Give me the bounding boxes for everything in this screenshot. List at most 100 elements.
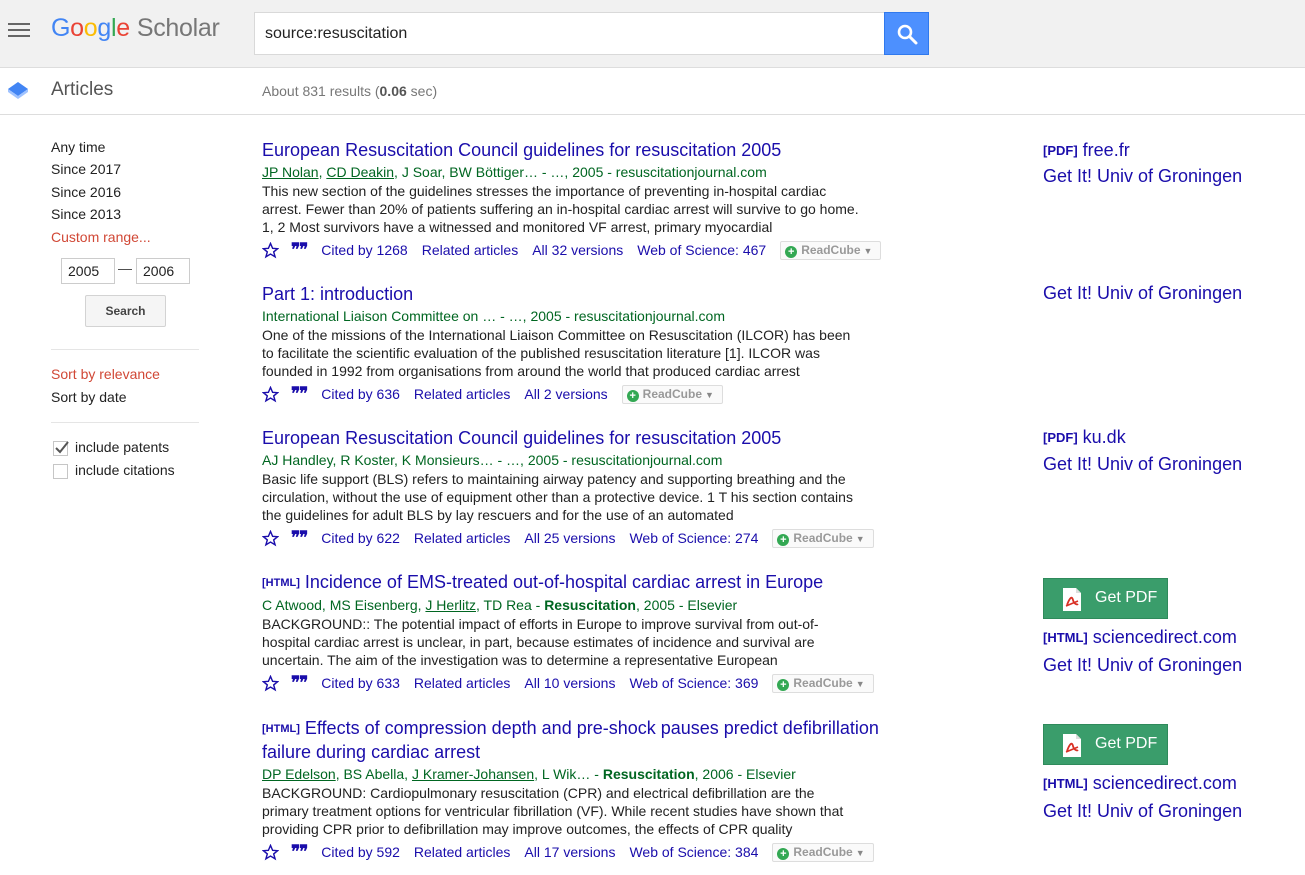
year-to-input[interactable] [136, 258, 190, 284]
get-it-link[interactable]: Get It! Univ of Groningen [1043, 166, 1242, 187]
versions-link[interactable]: All 2 versions [524, 384, 607, 404]
plus-icon: + [777, 847, 790, 860]
get-pdf-button[interactable]: Get PDF [1043, 724, 1168, 765]
versions-link[interactable]: All 10 versions [524, 673, 615, 693]
cited-by-link[interactable]: Cited by 622 [321, 528, 400, 548]
pdf-icon [1063, 734, 1081, 757]
readcube-button[interactable]: + ReadCube ▼ [772, 673, 874, 693]
versions-link[interactable]: All 25 versions [524, 528, 615, 548]
get-it-link[interactable]: Get It! Univ of Groningen [1043, 283, 1242, 304]
star-icon[interactable] [262, 241, 279, 259]
menu-icon[interactable] [8, 23, 30, 39]
readcube-button[interactable]: + ReadCube ▼ [772, 842, 874, 862]
include-patents-checkbox[interactable] [53, 441, 69, 456]
meta-text: C Atwood, MS Eisenberg, [262, 597, 426, 613]
section-label[interactable]: Articles [51, 79, 113, 101]
related-articles-link[interactable]: Related articles [422, 240, 519, 260]
sort-by-relevance[interactable]: Sort by relevance [51, 366, 160, 382]
fulltext-link[interactable]: [PDF] free.fr [1043, 140, 1130, 161]
quote-icon[interactable]: ❞❞ [291, 240, 308, 260]
related-articles-link[interactable]: Related articles [414, 384, 511, 404]
include-citations-label[interactable]: include citations [75, 462, 175, 478]
result-title[interactable]: European Resuscitation Council guideline… [262, 427, 932, 450]
quote-icon[interactable]: ❞❞ [291, 384, 308, 404]
result-title-text: Incidence of EMS-treated out-of-hospital… [304, 572, 824, 592]
get-pdf-button[interactable]: Get PDF [1043, 578, 1168, 619]
get-it-link[interactable]: Get It! Univ of Groningen [1043, 655, 1242, 676]
search-input[interactable] [254, 12, 885, 55]
filter-since-2017[interactable]: Since 2017 [51, 161, 121, 177]
related-articles-link[interactable]: Related articles [414, 673, 511, 693]
cited-by-link[interactable]: Cited by 1268 [321, 240, 407, 260]
related-articles-link[interactable]: Related articles [414, 528, 511, 548]
result-title[interactable]: [HTML] Effects of compression depth and p… [262, 717, 932, 764]
author-link[interactable]: CD Deakin [326, 164, 394, 180]
plus-icon: + [785, 245, 798, 258]
web-of-science-link[interactable]: Web of Science: 467 [637, 240, 766, 260]
readcube-label: ReadCube [801, 242, 861, 257]
cited-by-link[interactable]: Cited by 633 [321, 673, 400, 693]
quote-icon[interactable]: ❞❞ [291, 842, 308, 862]
result-title[interactable]: European Resuscitation Council guideline… [262, 139, 932, 162]
cited-by-link[interactable]: Cited by 636 [321, 384, 400, 404]
meta-text: , 2005 - Elsevier [636, 597, 738, 613]
google-scholar-logo[interactable]: Google Scholar [51, 14, 220, 43]
filter-any-time[interactable]: Any time [51, 139, 105, 155]
fulltext-link[interactable]: [HTML] sciencedirect.com [1043, 773, 1237, 794]
star-icon[interactable] [262, 843, 279, 861]
include-patents-label[interactable]: include patents [75, 439, 169, 455]
versions-link[interactable]: All 17 versions [524, 842, 615, 862]
get-it-link[interactable]: Get It! Univ of Groningen [1043, 801, 1242, 822]
web-of-science-link[interactable]: Web of Science: 274 [629, 528, 758, 548]
sub-header [0, 68, 1305, 115]
result-title[interactable]: Part 1: introduction [262, 283, 932, 306]
readcube-button[interactable]: + ReadCube ▼ [780, 240, 882, 260]
quote-icon[interactable]: ❞❞ [291, 528, 308, 548]
star-icon[interactable] [262, 529, 279, 547]
fulltext-link[interactable]: [PDF] ku.dk [1043, 427, 1126, 448]
sort-by-date[interactable]: Sort by date [51, 389, 127, 405]
pdf-tag: [PDF] [1043, 143, 1078, 158]
search-button[interactable] [884, 12, 929, 55]
versions-link[interactable]: All 32 versions [532, 240, 623, 260]
readcube-label: ReadCube [642, 386, 703, 401]
quote-icon[interactable]: ❞❞ [291, 673, 308, 693]
result-actions: ❞❞ Cited by 636 Related articles All 2 vers… [262, 383, 932, 405]
readcube-button[interactable]: + ReadCube ▼ [772, 528, 874, 548]
year-from-input[interactable] [61, 258, 115, 284]
caret-icon: ▼ [855, 847, 865, 858]
include-citations-checkbox[interactable] [53, 464, 68, 479]
logo-letter: G [51, 14, 71, 42]
filter-since-2013[interactable]: Since 2013 [51, 206, 121, 222]
filter-since-2016[interactable]: Since 2016 [51, 184, 121, 200]
result-snippet: BACKGROUND: Cardiopulmonary resuscitatio… [262, 785, 844, 837]
result-title[interactable]: [HTML] Incidence of EMS-treated out-of-ho… [262, 571, 932, 595]
star-icon[interactable] [262, 674, 279, 692]
related-articles-link[interactable]: Related articles [414, 842, 511, 862]
fulltext-source: ku.dk [1082, 427, 1126, 447]
filter-custom-range[interactable]: Custom range... [51, 229, 151, 245]
author-link[interactable]: JP Nolan [262, 164, 319, 180]
pdf-tag: [PDF] [1043, 430, 1078, 445]
author-link[interactable]: J Kramer-Johansen [412, 766, 534, 782]
author-link[interactable]: DP Edelson [262, 766, 336, 782]
range-search-button[interactable]: Search [85, 295, 166, 327]
readcube-button[interactable]: + ReadCube ▼ [621, 384, 723, 404]
cited-by-link[interactable]: Cited by 592 [321, 842, 400, 862]
top-header: Google Scholar [0, 0, 1305, 68]
fulltext-source: free.fr [1082, 140, 1130, 160]
web-of-science-link[interactable]: Web of Science: 369 [629, 673, 758, 693]
logo-scholar-text: Scholar [136, 14, 220, 42]
fulltext-link[interactable]: [HTML] sciencedirect.com [1043, 627, 1237, 648]
result-item: Part 1: introduction International Liais… [262, 283, 932, 405]
star-icon[interactable] [262, 385, 279, 403]
readcube-label: ReadCube [793, 530, 853, 545]
web-of-science-link[interactable]: Web of Science: 384 [629, 842, 758, 862]
html-tag: [HTML] [1043, 630, 1088, 645]
author-link[interactable]: J Herlitz [425, 597, 476, 613]
meta-text: , BS Abella, [335, 766, 412, 782]
result-meta: International Liaison Committee on … - …… [262, 308, 725, 324]
get-it-link[interactable]: Get It! Univ of Groningen [1043, 454, 1242, 475]
readcube-label: ReadCube [793, 675, 853, 690]
result-snippet: This new section of the guidelines stres… [262, 183, 859, 235]
